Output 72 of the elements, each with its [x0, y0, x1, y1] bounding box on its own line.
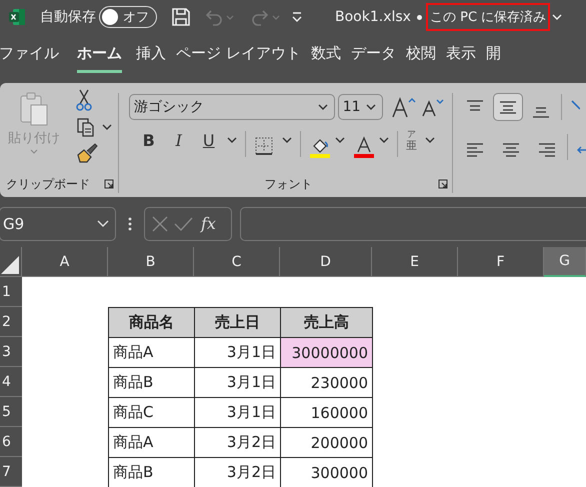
row-header[interactable]: 2: [0, 307, 22, 337]
column-header[interactable]: E: [372, 247, 458, 277]
formula-input[interactable]: [240, 206, 586, 241]
save-status[interactable]: この PC に保存済み: [426, 3, 550, 32]
dialog-launcher-icon[interactable]: [438, 179, 448, 190]
cut-icon[interactable]: [76, 89, 92, 112]
row-header[interactable]: 1: [0, 277, 22, 307]
excel-logo-icon: [8, 8, 26, 26]
chevron-down-icon: [30, 149, 38, 156]
row-header[interactable]: 5: [0, 397, 22, 427]
ribbon-tab[interactable]: 挿入: [136, 43, 166, 74]
autosave-label: 自動保存: [40, 8, 96, 26]
dialog-launcher-icon[interactable]: [104, 179, 114, 190]
copy-icon[interactable]: [76, 117, 96, 138]
table-header-cell: 売上高: [280, 307, 373, 338]
column-header[interactable]: F: [458, 247, 544, 277]
chevron-down-icon[interactable]: [424, 136, 435, 144]
row-header[interactable]: 4: [0, 367, 22, 397]
row-header[interactable]: 7: [0, 457, 22, 487]
insert-function-button[interactable]: fx: [201, 214, 216, 234]
borders-icon[interactable]: [254, 136, 274, 156]
column-header[interactable]: C: [194, 247, 280, 277]
group-label: フォント: [264, 176, 312, 193]
table-header-cell: 商品名: [108, 307, 195, 338]
table-header-cell: 売上日: [194, 307, 281, 338]
align-center-icon[interactable]: [501, 142, 522, 158]
clipboard-icon: [19, 91, 49, 128]
italic-button[interactable]: I: [166, 131, 191, 150]
file-name: Book1.xlsx: [335, 9, 411, 26]
chevron-down-icon: [366, 103, 376, 112]
save-icon[interactable]: [171, 7, 191, 28]
chevron-down-icon[interactable]: [334, 136, 345, 144]
align-middle-icon: [498, 99, 518, 116]
table-cell: 30000000: [280, 337, 373, 368]
align-middle-button[interactable]: [493, 93, 524, 122]
ribbon-tab[interactable]: ホーム: [77, 43, 122, 74]
column-header[interactable]: D: [280, 247, 372, 277]
ribbon-tab[interactable]: 表示: [446, 43, 476, 74]
chevron-down-icon[interactable]: [282, 136, 292, 144]
ribbon-tab[interactable]: 開: [486, 43, 501, 74]
autosave-toggle[interactable]: オフ: [99, 6, 157, 28]
ribbon-tab[interactable]: ページ レイアウト: [176, 43, 301, 74]
separator-dot: [416, 14, 422, 20]
chevron-down-icon: [318, 103, 328, 112]
decrease-font-size-icon[interactable]: [420, 97, 445, 118]
ribbon-tab[interactable]: 数式: [310, 43, 341, 74]
font-size-dropdown[interactable]: 11: [338, 94, 383, 120]
bold-button[interactable]: B: [136, 131, 161, 150]
column-header[interactable]: B: [108, 247, 194, 277]
chevron-down-icon[interactable]: [102, 123, 112, 132]
select-all-button[interactable]: [0, 247, 22, 277]
align-right-icon[interactable]: [537, 142, 558, 158]
format-painter-icon[interactable]: [76, 143, 98, 164]
phonetic-guide-button[interactable]: ア 亜: [406, 131, 417, 152]
underline-button[interactable]: U: [196, 131, 221, 150]
row-header[interactable]: 3: [0, 337, 22, 367]
ribbon-tab[interactable]: 校閲: [406, 43, 436, 74]
align-left-icon[interactable]: [465, 142, 486, 158]
customize-menu-icon[interactable]: [291, 11, 303, 24]
font-name-dropdown[interactable]: 游ゴシック: [128, 94, 335, 120]
ribbon-tab[interactable]: ファイル: [0, 43, 59, 74]
chevron-down-icon[interactable]: [378, 136, 389, 144]
group-label: クリップボード: [6, 176, 90, 193]
column-header[interactable]: A: [22, 247, 108, 277]
more-options-icon[interactable]: [128, 216, 132, 231]
name-box[interactable]: G9: [0, 206, 116, 241]
column-header[interactable]: G: [544, 247, 586, 277]
ribbon-tab[interactable]: データ: [350, 43, 396, 74]
increase-font-size-icon[interactable]: [390, 96, 417, 118]
row-header[interactable]: 6: [0, 427, 22, 457]
font-color-icon[interactable]: [352, 136, 375, 158]
chevron-down-icon[interactable]: [226, 136, 237, 144]
